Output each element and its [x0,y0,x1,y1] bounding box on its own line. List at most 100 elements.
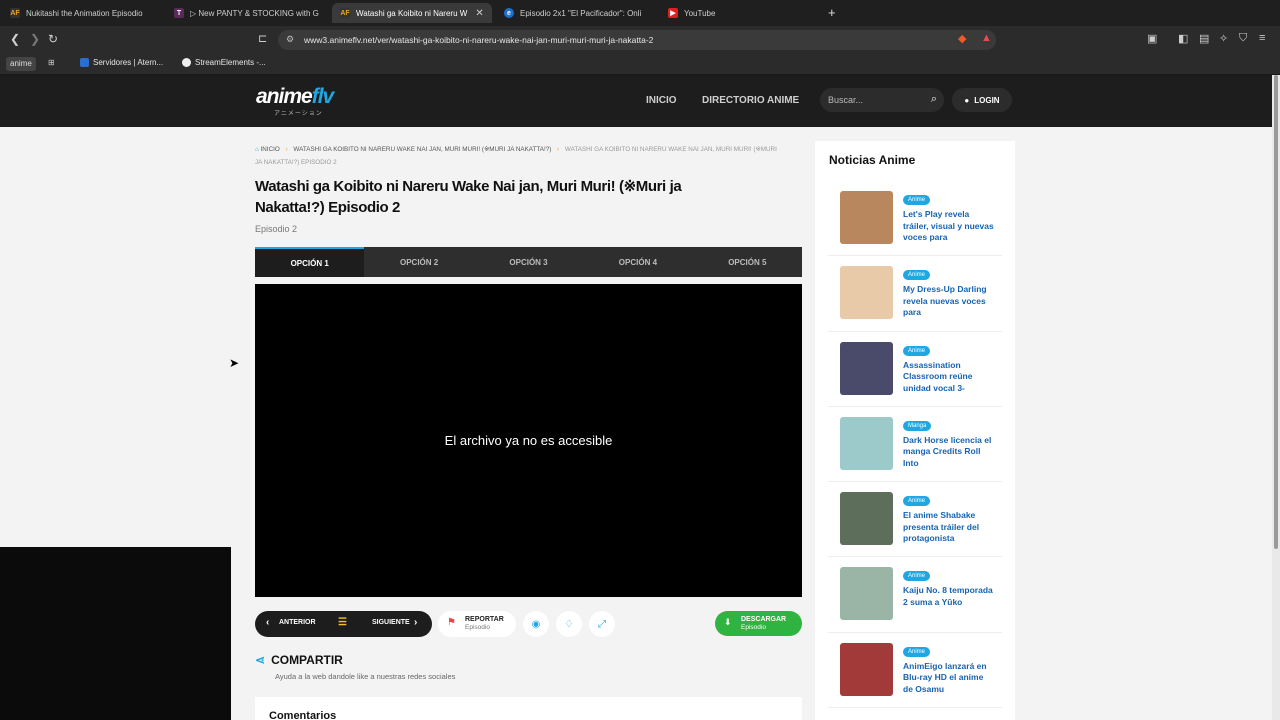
brave-rewards-icon[interactable]: ▲ [981,32,992,44]
download-button[interactable]: ⬇ DESCARGAR Episodio [715,611,802,636]
logo-main: anime [256,85,313,108]
tab-opcion-5[interactable]: OPCIÓN 5 [693,247,802,277]
news-title-link[interactable]: Kaiju No. 8 temporada 2 suma a Yūko [903,585,995,608]
tab-pacificador[interactable]: e Episodio 2x1 "El Pacificador": Onli [496,3,656,23]
wallet-icon[interactable]: ▤ [1199,32,1209,45]
news-title-link[interactable]: El anime Shabake presenta tráiler del pr… [903,510,995,545]
tab-opcion-4[interactable]: OPCIÓN 4 [583,247,692,277]
address-bar-row: ❮ ❯ ↻ ⊏ ⚙ www3.animeflv.net/ver/watashi-… [0,26,1280,54]
tab-panty-stocking[interactable]: T ▷ New PANTY & STOCKING with G [166,3,328,23]
news-thumbnail[interactable] [840,416,893,470]
news-item[interactable]: Anime Kaiju No. 8 temporada 2 suma a Yūk… [828,557,1002,633]
tab-opcion-3[interactable]: OPCIÓN 3 [474,247,583,277]
login-button[interactable]: ● LOGIN [952,88,1012,112]
news-thumbnail[interactable] [840,642,893,696]
download-icon: ⬇ [724,617,732,627]
video-player[interactable]: El archivo ya no es accesible [255,284,802,597]
news-item[interactable]: Anime My Dress-Up Darling revela nuevas … [828,256,1002,332]
reload-icon[interactable]: ↻ [48,32,58,46]
news-title-link[interactable]: AnimEigo lanzará en Blu-ray HD el anime … [903,661,995,696]
apps-grid-icon[interactable]: ⊞ [48,58,55,67]
chevron-right-icon: › [414,617,418,628]
aternos-favicon-icon [80,58,89,67]
bookmark-label: Servidores | Atern... [93,58,164,67]
new-tab-icon[interactable]: + [828,5,836,20]
episode-nav-controls: ‹ ANTERIOR ☰ SIGUIENTE › [255,611,432,637]
scrollbar-thumb[interactable] [1274,75,1278,549]
back-icon[interactable]: ❮ [10,32,20,46]
news-title-link[interactable]: My Dress-Up Darling revela nuevas voces … [903,284,995,319]
nav-inicio[interactable]: INICIO [646,95,677,106]
vpn-icon[interactable]: ⛉ [1239,32,1247,45]
edge-favicon-icon: e [504,8,514,18]
tab-watashi-active[interactable]: AF Watashi ga Koibito ni Nareru W ✕ [332,3,492,23]
bookmark-streamelements[interactable]: StreamElements -... [182,58,266,67]
share-icon: ⋖ [255,653,266,667]
bookmark-icon[interactable]: ⊏ [258,32,267,45]
brave-shield-icon[interactable]: ◆ [958,32,966,45]
report-button[interactable]: ⚑ REPORTAR Episodio [438,611,516,637]
news-thumbnail[interactable] [840,567,893,621]
lightbulb-icon[interactable]: ♢ [556,611,582,637]
extensions-icon[interactable]: ▣ [1147,32,1157,45]
profile-chip[interactable]: anime [6,57,36,71]
server-options: OPCIÓN 1 OPCIÓN 2 OPCIÓN 3 OPCIÓN 4 OPCI… [255,247,802,277]
site-favicon-icon: T [174,8,184,18]
episode-title: Watashi ga Koibito ni Nareru Wake Nai ja… [255,178,682,216]
logo-subtitle: アニメーション [274,111,323,117]
next-episode-button[interactable]: SIGUIENTE [372,619,410,626]
breadcrumb-separator-icon: › [285,146,288,153]
tab-opcion-1[interactable]: OPCIÓN 1 [255,247,365,277]
eye-icon[interactable]: ◉ [523,611,549,637]
expand-icon[interactable]: ⤢ [589,611,615,637]
search-icon[interactable]: ⌕ [931,93,937,106]
tab-opcion-2[interactable]: OPCIÓN 2 [364,247,473,277]
home-icon: ⌂ [255,146,259,153]
news-thumbnail[interactable] [840,492,893,546]
streamelements-favicon-icon [182,58,191,67]
menu-icon[interactable]: ≡ [1259,32,1265,44]
bookmark-servidores[interactable]: Servidores | Atern... [80,58,163,67]
news-item[interactable]: Anime AnimEigo lanzará en Blu-ray HD el … [828,633,1002,709]
share-heading: ⋖ COMPARTIR [255,653,343,667]
bookmarks-bar: anime ⊞ Servidores | Atern... StreamElem… [0,54,1280,75]
mouse-cursor-icon: ➤ [229,356,240,370]
overlay-panel [0,547,231,720]
tab-youtube[interactable]: ▶ YouTube [660,3,820,23]
episode-list-icon[interactable]: ☰ [338,617,347,628]
news-title-link[interactable]: Let's Play revela tráiler, visual y nuev… [903,209,995,244]
tab-title: ▷ New PANTY & STOCKING with G [190,8,319,18]
news-item[interactable]: Manga Dark Horse licencia el manga Credi… [828,407,1002,483]
browser-tab-bar: AF Nukitashi the Animation Episodio T ▷ … [0,0,1280,26]
close-tab-icon[interactable]: ✕ [475,8,483,19]
flag-icon: ⚑ [447,617,456,628]
breadcrumb: ⌂ INICIO › WATASHI GA KOIBITO NI NARERU … [255,143,785,169]
news-tag: Anime [903,195,931,205]
news-thumbnail[interactable] [840,266,893,320]
breadcrumb-home[interactable]: INICIO [261,146,280,153]
animeflv-favicon-icon: AF [10,8,20,18]
breadcrumb-series[interactable]: WATASHI GA KOIBITO NI NARERU WAKE NAI JA… [293,146,551,153]
search-input[interactable] [828,92,922,108]
sidebar-icon[interactable]: ◧ [1178,32,1188,45]
news-thumbnail[interactable] [840,191,893,244]
news-item[interactable]: Anime Let's Play revela tráiler, visual … [828,181,1002,257]
previous-episode-button[interactable]: ANTERIOR [279,619,316,626]
page-scrollbar[interactable] [1272,75,1280,720]
site-logo[interactable]: animeflv [256,85,334,109]
tab-title: Watashi ga Koibito ni Nareru W [356,8,468,18]
news-thumbnail[interactable] [840,341,893,395]
comments-section: Comentarios [255,697,802,720]
url-field[interactable]: ⚙ www3.animeflv.net/ver/watashi-ga-koibi… [278,30,996,50]
tab-nukitashi[interactable]: AF Nukitashi the Animation Episodio [2,3,164,23]
news-title-link[interactable]: Assassination Classroom reúne unidad voc… [903,360,995,395]
leo-ai-icon[interactable]: ✧ [1219,32,1228,45]
site-info-icon[interactable]: ⚙ [286,34,294,45]
nav-directorio-anime[interactable]: DIRECTORIO ANIME [702,95,799,106]
news-item[interactable]: Anime El anime Shabake presenta tráiler … [828,482,1002,558]
forward-icon[interactable]: ❯ [30,32,40,46]
news-title-link[interactable]: Dark Horse licencia el manga Credits Rol… [903,435,995,470]
news-tag: Anime [903,496,931,507]
news-item[interactable]: Anime Assassination Classroom reúne unid… [828,332,1002,407]
bookmark-label: StreamElements -... [195,58,266,67]
